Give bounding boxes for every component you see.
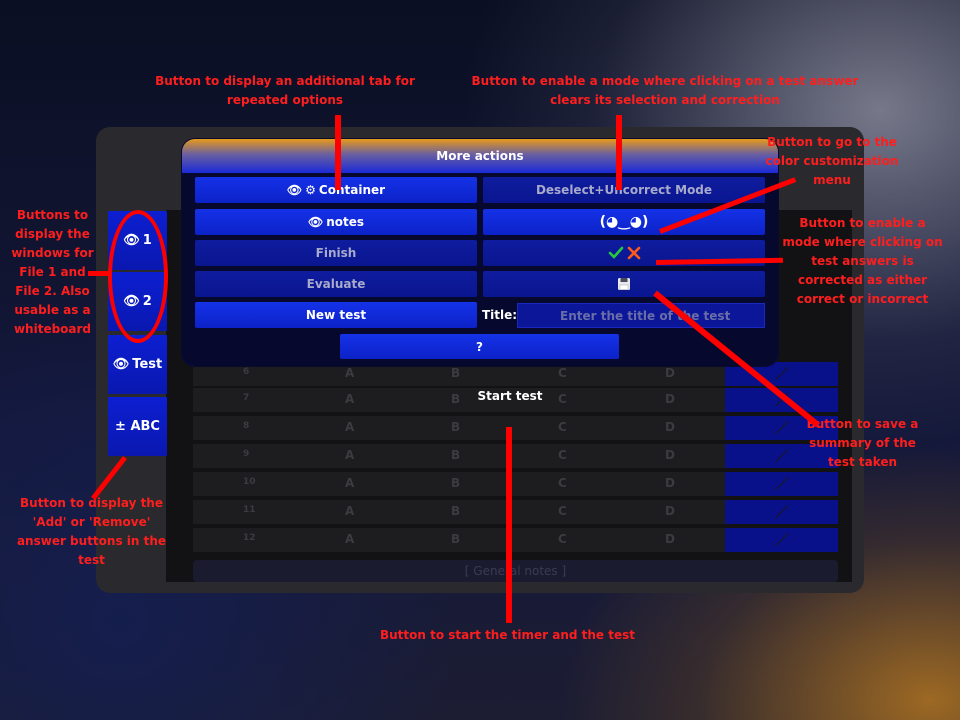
question-number: 10 [243, 477, 256, 487]
question-number: 12 [243, 533, 256, 543]
annotation-deselect-mode: Button to enable a mode where clicking o… [471, 74, 859, 107]
notes-label: notes [326, 215, 365, 229]
pen-stroke-icon [775, 504, 789, 519]
test-label: Test [132, 357, 163, 372]
question-number: 7 [243, 393, 250, 403]
answer-option[interactable]: B [451, 504, 460, 518]
annotation-correct-mode: Button to enable a mode where clicking o… [782, 216, 943, 306]
new-test-button[interactable]: New test [195, 302, 477, 328]
deselect-label: Deselect+Uncorrect Mode [535, 183, 713, 197]
answer-option[interactable]: A [345, 366, 354, 380]
answer-option[interactable]: B [451, 476, 460, 490]
answer-option[interactable]: B [451, 366, 460, 380]
general-notes-button[interactable]: [ General notes ] [193, 560, 838, 582]
annotation-color-menu: Button to go to the color customization … [765, 135, 899, 187]
answer-option[interactable]: D [665, 476, 675, 490]
answer-option[interactable]: A [345, 448, 354, 462]
finish-label: Finish [315, 246, 357, 260]
notes-button[interactable]: 👁 notes [195, 209, 477, 235]
arrow-start-timer [506, 427, 512, 623]
answer-option[interactable]: D [665, 504, 675, 518]
answer-option[interactable]: A [345, 476, 354, 490]
kaomoji-label: (◕‿◕) [599, 214, 649, 230]
save-summary-button[interactable] [483, 271, 765, 297]
table-row: 8 A B C D [193, 416, 725, 440]
answer-option[interactable]: C [558, 476, 567, 490]
annotation-repeated-options: Button to display an additional tab for … [155, 74, 415, 107]
question-number: 9 [243, 449, 250, 459]
answer-option[interactable]: D [665, 366, 675, 380]
start-test-button[interactable]: Start test [470, 389, 550, 403]
answer-option[interactable]: C [558, 392, 567, 406]
answer-option[interactable]: C [558, 448, 567, 462]
annotation-start-timer: Button to start the timer and the test [379, 628, 636, 642]
help-label: ? [476, 339, 483, 354]
question-number: 6 [243, 367, 250, 377]
arrow-repeated-options [335, 115, 341, 190]
correction-cell[interactable] [725, 472, 838, 496]
gear-icon: ⚙ [305, 183, 316, 197]
table-row: 10 A B C D [193, 472, 725, 496]
test-button[interactable]: 👁 Test [108, 335, 167, 394]
annotation-files: Buttons to display the windows for File … [11, 208, 94, 336]
answer-option[interactable]: D [665, 448, 675, 462]
answer-option[interactable]: B [451, 532, 460, 546]
add-remove-abc-label: ± ABC [115, 419, 160, 434]
table-row: 11 A B C D [193, 500, 725, 524]
evaluate-button[interactable]: Evaluate [195, 271, 477, 297]
floppy-disk-icon [618, 278, 630, 290]
answer-option[interactable]: D [665, 420, 675, 434]
color-customization-button[interactable]: (◕‿◕) [483, 209, 765, 235]
table-row: 9 A B C D [193, 444, 725, 468]
answer-option[interactable]: A [345, 504, 354, 518]
answer-option[interactable]: A [345, 420, 354, 434]
pen-stroke-icon [775, 532, 789, 547]
pen-stroke-icon [775, 448, 789, 463]
answer-option[interactable]: B [451, 448, 460, 462]
file-buttons-highlight [108, 210, 168, 343]
question-number: 8 [243, 421, 250, 431]
new-test-label: New test [305, 308, 367, 322]
eye-icon: 👁 [286, 183, 303, 197]
pen-stroke-icon [775, 366, 789, 381]
pen-stroke-icon [775, 420, 789, 435]
arrow-deselect-mode [616, 115, 622, 190]
annotation-add-remove: Button to display the 'Add' or 'Remove' … [16, 496, 167, 567]
answer-option[interactable]: B [451, 420, 460, 434]
check-icon [608, 246, 623, 259]
eye-icon: 👁 [112, 357, 130, 372]
modal-title: More actions [182, 139, 778, 173]
correction-cell[interactable] [725, 500, 838, 524]
answer-option[interactable]: B [451, 392, 460, 406]
answer-option[interactable]: C [558, 532, 567, 546]
container-label: Container [318, 183, 386, 197]
help-button[interactable]: ? [340, 334, 619, 359]
answer-option[interactable]: D [665, 392, 675, 406]
finish-button[interactable]: Finish [195, 240, 477, 266]
arrow-files [88, 271, 110, 276]
correction-cell[interactable] [725, 528, 838, 552]
answer-option[interactable]: A [345, 392, 354, 406]
table-row: 7 A B C D [193, 388, 725, 412]
pen-stroke-icon [775, 476, 789, 491]
cross-icon [627, 246, 640, 260]
answer-option[interactable]: D [665, 532, 675, 546]
table-row: 12 A B C D [193, 528, 725, 552]
eye-icon: 👁 [307, 215, 324, 229]
deselect-uncorrect-mode-button[interactable]: Deselect+Uncorrect Mode [483, 177, 765, 203]
add-remove-abc-button[interactable]: ± ABC [108, 397, 167, 456]
answer-option[interactable]: C [558, 504, 567, 518]
answer-option[interactable]: C [558, 366, 567, 380]
answer-option[interactable]: C [558, 420, 567, 434]
question-number: 11 [243, 505, 256, 515]
title-label: Title: [482, 308, 518, 322]
answer-option[interactable]: A [345, 532, 354, 546]
test-title-input[interactable] [517, 303, 765, 328]
evaluate-label: Evaluate [306, 277, 366, 291]
